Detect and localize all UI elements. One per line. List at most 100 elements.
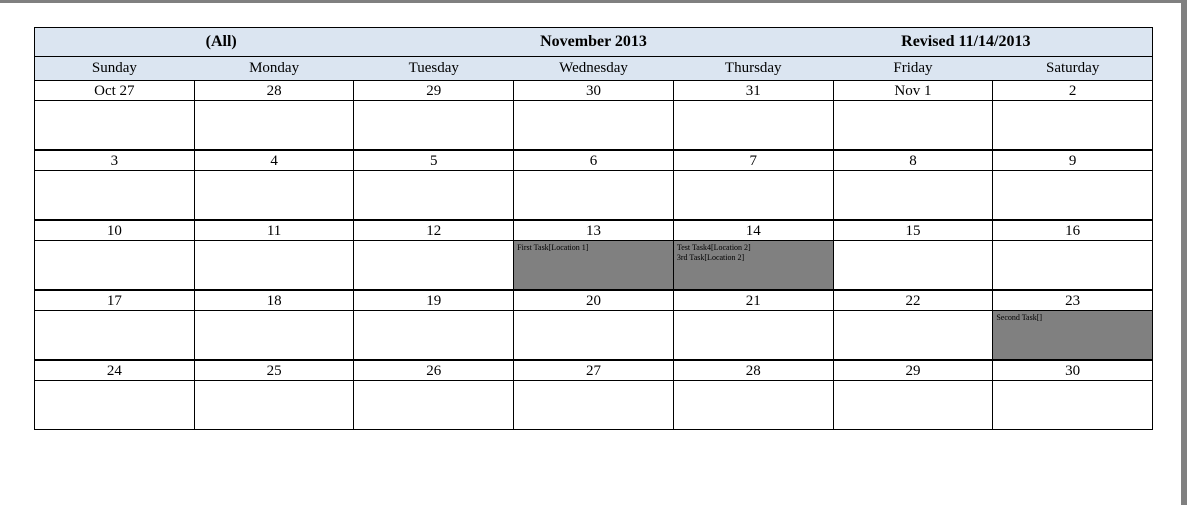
calendar-event: Second Task[] (993, 311, 1152, 359)
calendar-week: 3456789 (35, 149, 1152, 219)
date-label: 8 (834, 151, 993, 171)
day-header: Saturday (992, 57, 1152, 80)
day-body (35, 241, 194, 289)
calendar-day: 7 (673, 151, 833, 219)
calendar-day: 28 (673, 361, 833, 429)
date-label: 11 (195, 221, 354, 241)
date-label: 31 (674, 81, 833, 101)
day-header: Monday (194, 57, 354, 80)
day-body (195, 101, 354, 149)
calendar-day: 4 (194, 151, 354, 219)
calendar-day: 14 Test Task4[Location 2]3rd Task[Locatio… (673, 221, 833, 289)
date-label: 17 (35, 291, 194, 311)
day-body (195, 381, 354, 429)
calendar-day: Oct 27 (35, 81, 194, 149)
day-body (514, 101, 673, 149)
date-label: 9 (993, 151, 1152, 171)
calendar-day: 30 (992, 361, 1152, 429)
date-label: 22 (834, 291, 993, 311)
calendar-day: 8 (833, 151, 993, 219)
date-label: 2 (993, 81, 1152, 101)
date-label: Nov 1 (834, 81, 993, 101)
date-label: 16 (993, 221, 1152, 241)
calendar-day: 13 First Task[Location 1] (513, 221, 673, 289)
date-label: 28 (674, 361, 833, 381)
date-label: 26 (354, 361, 513, 381)
calendar-day: 2 (992, 81, 1152, 149)
date-label: 5 (354, 151, 513, 171)
day-header: Wednesday (513, 57, 673, 80)
day-header: Sunday (35, 57, 194, 80)
calendar-day: 22 (833, 291, 993, 359)
day-header-row: Sunday Monday Tuesday Wednesday Thursday… (34, 57, 1153, 81)
date-label: 13 (514, 221, 673, 241)
day-body (993, 381, 1152, 429)
calendar-day: 20 (513, 291, 673, 359)
day-body (195, 241, 354, 289)
date-label: 23 (993, 291, 1152, 311)
date-label: 29 (834, 361, 993, 381)
calendar-grid: Oct 2728293031Nov 12345678910111213First… (34, 81, 1153, 430)
day-body (354, 381, 513, 429)
calendar-day: 26 (353, 361, 513, 429)
calendar-day: 18 (194, 291, 354, 359)
calendar-day: 6 (513, 151, 673, 219)
date-label: 18 (195, 291, 354, 311)
calendar-day: 23 Second Task[] (992, 291, 1152, 359)
day-body (354, 311, 513, 359)
calendar-container: (All) November 2013 Revised 11/14/2013 S… (34, 27, 1153, 430)
day-body (514, 171, 673, 219)
calendar-day: 15 (833, 221, 993, 289)
date-label: 15 (834, 221, 993, 241)
event-text: Second Task[] (996, 313, 1149, 323)
day-header: Friday (833, 57, 993, 80)
event-text: 3rd Task[Location 2] (677, 253, 830, 263)
date-label: 3 (35, 151, 194, 171)
event-text: First Task[Location 1] (517, 243, 670, 253)
day-body (993, 101, 1152, 149)
calendar-day: 11 (194, 221, 354, 289)
day-body (674, 171, 833, 219)
day-body (834, 241, 993, 289)
day-body (35, 171, 194, 219)
day-body (674, 381, 833, 429)
date-label: 4 (195, 151, 354, 171)
day-header: Tuesday (353, 57, 513, 80)
day-body (834, 171, 993, 219)
day-body (993, 171, 1152, 219)
day-body (834, 311, 993, 359)
calendar-day: 19 (353, 291, 513, 359)
page-border-top (0, 0, 1187, 3)
calendar-day: 21 (673, 291, 833, 359)
calendar-day: 30 (513, 81, 673, 149)
date-label: 28 (195, 81, 354, 101)
date-label: 7 (674, 151, 833, 171)
date-label: 20 (514, 291, 673, 311)
date-label: 10 (35, 221, 194, 241)
date-label: Oct 27 (35, 81, 194, 101)
date-label: 30 (514, 81, 673, 101)
day-body (514, 381, 673, 429)
calendar-day: 16 (992, 221, 1152, 289)
calendar-day: 12 (353, 221, 513, 289)
date-label: 19 (354, 291, 513, 311)
calendar-day: 27 (513, 361, 673, 429)
calendar-day: 25 (194, 361, 354, 429)
revised-label: Revised 11/14/2013 (780, 28, 1152, 56)
calendar-event: First Task[Location 1] (514, 241, 673, 289)
date-label: 24 (35, 361, 194, 381)
day-body (834, 101, 993, 149)
day-body (35, 101, 194, 149)
calendar-day: 3 (35, 151, 194, 219)
day-body (514, 311, 673, 359)
calendar-day: 10 (35, 221, 194, 289)
calendar-week: Oct 2728293031Nov 12 (35, 81, 1152, 149)
calendar-day: 9 (992, 151, 1152, 219)
day-body (195, 311, 354, 359)
day-body (195, 171, 354, 219)
day-body (35, 311, 194, 359)
event-text: Test Task4[Location 2] (677, 243, 830, 253)
date-label: 14 (674, 221, 833, 241)
day-body (834, 381, 993, 429)
calendar-week: 17181920212223 Second Task[] (35, 289, 1152, 359)
